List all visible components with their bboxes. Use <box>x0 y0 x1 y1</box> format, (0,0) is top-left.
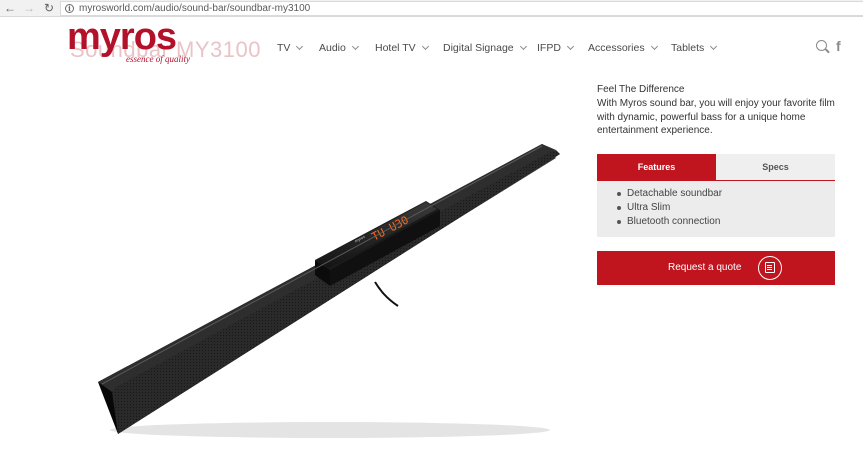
nav-item-ifpd[interactable]: IFPD <box>537 40 588 56</box>
nav-item-audio[interactable]: Audio <box>319 40 375 56</box>
chevron-down-icon <box>710 42 718 51</box>
info-icon[interactable]: i <box>65 4 74 13</box>
browser-toolbar: ← → ↻ i myrosworld.com/audio/sound-bar/s… <box>0 0 863 17</box>
nav-item-accessories[interactable]: Accessories <box>588 40 671 56</box>
nav-item-tablets[interactable]: Tablets <box>671 40 731 56</box>
description-heading: Feel The Difference <box>597 84 685 95</box>
chevron-down-icon <box>351 42 359 51</box>
list-item: Bluetooth connection <box>615 215 722 229</box>
tab-features[interactable]: Features <box>597 154 716 181</box>
reload-icon[interactable]: ↻ <box>42 1 56 15</box>
facebook-icon[interactable]: f <box>836 38 841 54</box>
back-arrow-icon[interactable]: ← <box>3 1 17 15</box>
address-bar[interactable]: i myrosworld.com/audio/sound-bar/soundba… <box>60 1 863 16</box>
chevron-down-icon <box>519 42 527 51</box>
nav-item-digital-signage[interactable]: Digital Signage <box>443 40 537 56</box>
main-navigation: TV Audio Hotel TV Digital Signage IFPD A… <box>277 40 731 56</box>
forward-arrow-icon[interactable]: → <box>22 1 36 15</box>
soundbar-product-image: TU U30 myros <box>98 144 560 438</box>
features-panel: Detachable soundbar Ultra Slim Bluetooth… <box>597 181 835 237</box>
chevron-down-icon <box>296 42 304 51</box>
nav-item-hotel-tv[interactable]: Hotel TV <box>375 40 443 56</box>
logo-tagline: essence of quality <box>126 54 190 64</box>
url-text[interactable]: myrosworld.com/audio/sound-bar/soundbar-… <box>79 3 310 14</box>
nav-item-label: TV <box>277 42 291 54</box>
chevron-down-icon <box>650 42 658 51</box>
nav-item-tv[interactable]: TV <box>277 40 319 56</box>
list-item: Detachable soundbar <box>615 187 722 201</box>
nav-item-label: Audio <box>319 42 346 54</box>
tab-specs[interactable]: Specs <box>716 154 835 181</box>
nav-item-label: Hotel TV <box>375 42 416 54</box>
request-quote-button[interactable]: Request a quote <box>597 251 835 285</box>
nav-item-label: Accessories <box>588 42 645 54</box>
description-text: With Myros sound bar, you will enjoy you… <box>597 98 835 136</box>
document-icon <box>758 256 782 280</box>
nav-item-label: Digital Signage <box>443 42 514 54</box>
nav-item-label: Tablets <box>671 42 705 54</box>
product-tabs: Features Specs <box>597 154 835 181</box>
search-icon[interactable] <box>816 40 827 51</box>
chevron-down-icon <box>421 42 429 51</box>
chevron-down-icon <box>566 42 574 51</box>
myros-logo[interactable]: myros <box>67 18 177 56</box>
list-item: Ultra Slim <box>615 201 722 215</box>
feature-list: Detachable soundbar Ultra Slim Bluetooth… <box>615 187 722 229</box>
nav-item-label: IFPD <box>537 42 561 54</box>
request-quote-label: Request a quote <box>668 262 742 273</box>
